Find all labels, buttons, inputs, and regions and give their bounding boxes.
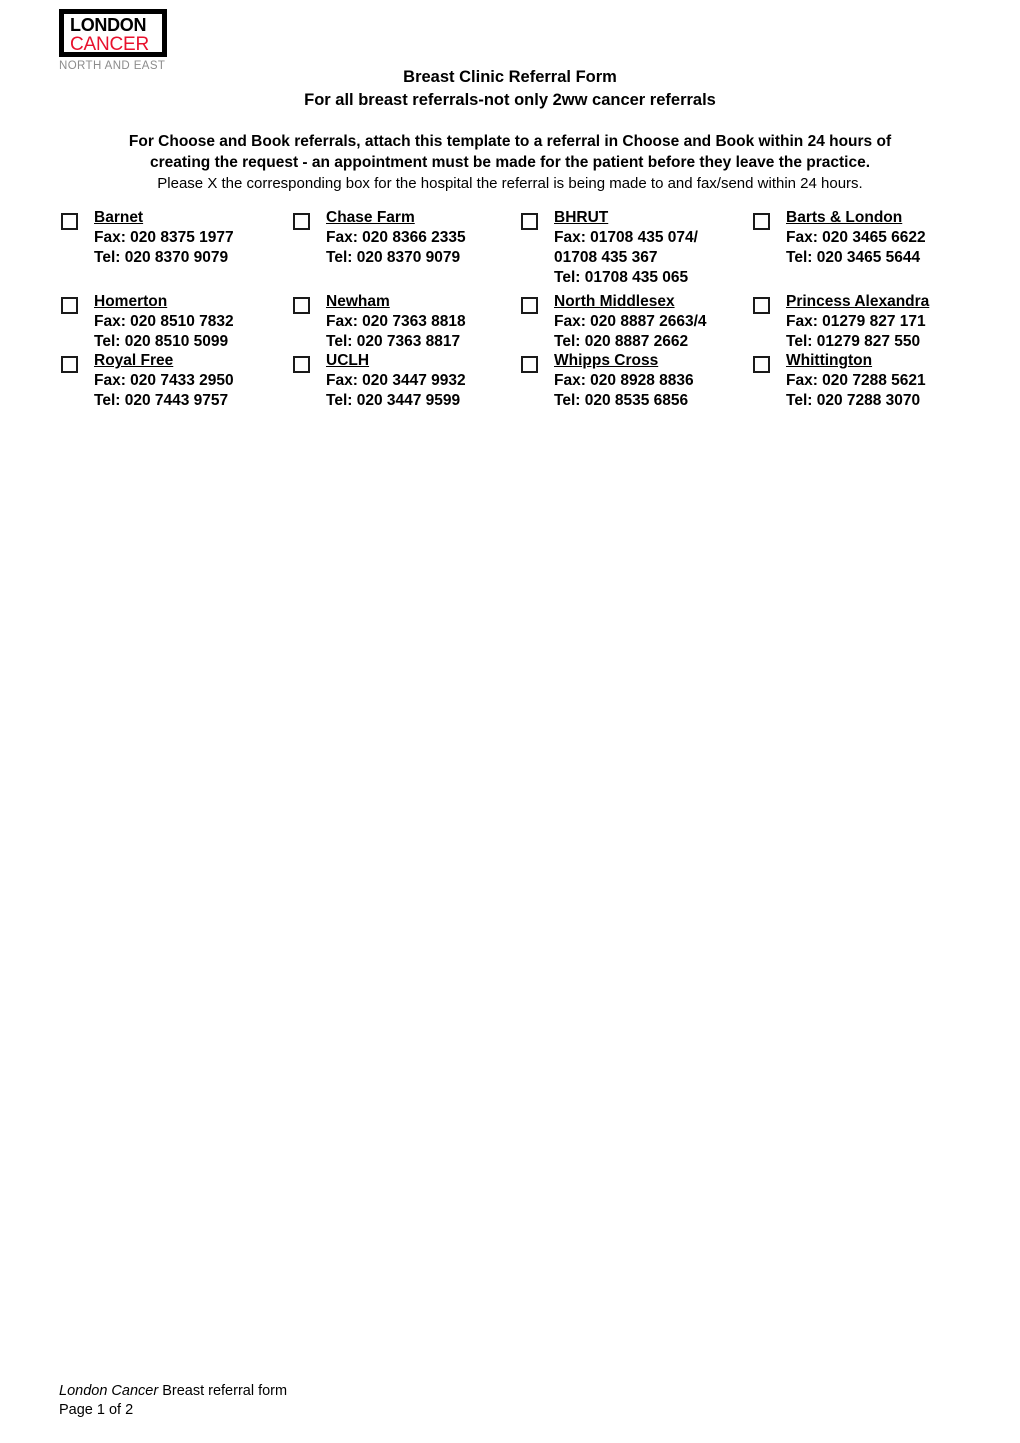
hospital-details: Barnet Fax: 020 8375 1977 Tel: 020 8370 90… [94,208,286,268]
hospital-name: Barts & London [786,209,903,226]
hospital-details: Whittington Fax: 020 7288 5621 Tel: 020 72… [786,351,998,411]
hospital-row: Royal Free Fax: 020 7433 2950 Tel: 020 744… [0,351,1020,411]
hospital-details: Royal Free Fax: 020 7433 2950 Tel: 020 744… [94,351,286,411]
footer-regular-text: Breast referral form [158,1383,288,1399]
hospital-option-whittington[interactable]: Whittington Fax: 020 7288 5621 Tel: 020 72… [753,351,998,411]
hospital-contact-line: Tel: 020 3447 9599 [326,392,461,409]
hospital-details: BHRUT Fax: 01708 435 074/01708 435 367 Tel… [554,208,746,288]
hospital-contact-line: Fax: 020 8375 1977 [94,229,234,246]
hospital-checkbox[interactable] [293,356,310,373]
instruction-bold-line-1: For Choose and Book referrals, attach th… [128,133,892,150]
hospital-details: Whipps Cross Fax: 020 8928 8836 Tel: 020 8… [554,351,746,411]
hospital-contact-line: Fax: 020 7363 8818 [326,313,466,330]
hospital-contact-line: Fax: 020 3447 9932 [326,372,466,389]
hospital-checkbox[interactable] [293,297,310,314]
hospital-name: Royal Free [94,352,174,369]
hospital-name: Barnet [94,209,144,226]
instruction-plain-line: Please X the corresponding box for the h… [157,175,863,192]
page-title: Breast Clinic Referral Form For all brea… [0,66,1020,112]
hospital-contact-line: Fax: 01279 827 171 [786,313,926,330]
hospital-contact-line: 01708 435 367 [554,249,658,266]
footer-page-number: Page 1 of 2 [59,1402,134,1418]
hospital-contact-line: Tel: 020 3465 5644 [786,249,921,266]
hospital-option-chase-farm[interactable]: Chase Farm Fax: 020 8366 2335 Tel: 020 837… [293,208,508,268]
hospital-contact-line: Fax: 020 8366 2335 [326,229,466,246]
hospital-contact-line: Tel: 020 7363 8817 [326,333,461,350]
hospital-name: North Middlesex [554,293,675,310]
hospital-contact-line: Tel: 020 8887 2662 [554,333,689,350]
footer: London Cancer Breast referral form Page … [59,1382,659,1420]
logo-box: LONDON CANCER [59,9,167,57]
hospital-contact-line: Tel: 020 7288 3070 [786,392,921,409]
logo-cancer-text: CANCER [70,34,150,55]
footer-document-label: London Cancer Breast referral form [59,1382,659,1401]
hospital-row: Homerton Fax: 020 8510 7832 Tel: 020 8510 … [0,292,1020,351]
hospital-option-barnet[interactable]: Barnet Fax: 020 8375 1977 Tel: 020 8370 90… [61,208,286,268]
hospital-name: Newham [326,293,390,310]
hospital-checkbox[interactable] [521,297,538,314]
hospital-contact-line: Fax: 020 8510 7832 [94,313,234,330]
logo-london-text: LONDON [70,15,147,35]
footer-italic-text: London Cancer [59,1383,159,1399]
hospital-row: Barnet Fax: 020 8375 1977 Tel: 020 8370 90… [0,208,1020,292]
hospital-details: Princess Alexandra Fax: 01279 827 171 Tel:… [786,292,998,352]
hospital-contact-line: Tel: 020 8370 9079 [326,249,461,266]
instruction-bold-line-2: creating the request - an appointment mu… [149,154,871,171]
hospital-contact-line: Tel: 01279 827 550 [786,333,921,350]
hospital-name: Whittington [786,352,873,369]
hospital-option-bhrut[interactable]: BHRUT Fax: 01708 435 074/01708 435 367 Tel… [521,208,746,288]
hospital-checkbox[interactable] [521,356,538,373]
hospital-checkbox[interactable] [521,213,538,230]
hospital-name: Chase Farm [326,209,415,226]
hospital-checkbox[interactable] [753,297,770,314]
hospital-details: Barts & London Fax: 020 3465 6622 Tel: 020… [786,208,998,268]
logo: LONDON CANCER NORTH AND EAST [59,9,189,72]
hospital-name: Whipps Cross [554,352,659,369]
hospital-option-newham[interactable]: Newham Fax: 020 7363 8818 Tel: 020 7363 88… [293,292,508,352]
hospital-checkbox[interactable] [753,356,770,373]
hospital-checkbox[interactable] [61,356,78,373]
hospital-name: Princess Alexandra [786,293,930,310]
hospital-contact-line: Fax: 020 7433 2950 [94,372,234,389]
hospital-contact-line: Tel: 01708 435 065 [554,269,689,286]
hospital-name: BHRUT [554,209,609,226]
hospital-checkbox[interactable] [753,213,770,230]
hospital-contact-line: Fax: 020 8887 2663/4 [554,313,707,330]
hospital-option-princess-alexandra[interactable]: Princess Alexandra Fax: 01279 827 171 Tel:… [753,292,998,352]
hospital-option-north-middlesex[interactable]: North Middlesex Fax: 020 8887 2663/4 Tel: … [521,292,746,352]
hospital-checkbox[interactable] [61,297,78,314]
hospital-checkbox[interactable] [293,213,310,230]
instructions-block: For Choose and Book referrals, attach th… [62,131,958,194]
hospital-details: Chase Farm Fax: 020 8366 2335 Tel: 020 837… [326,208,508,268]
hospital-contact-line: Tel: 020 8370 9079 [94,249,229,266]
hospital-contact-line: Tel: 020 8510 5099 [94,333,229,350]
title-line-2: For all breast referrals-not only 2ww ca… [304,91,716,109]
hospital-details: Homerton Fax: 020 8510 7832 Tel: 020 8510 … [94,292,286,352]
hospital-option-royal-free[interactable]: Royal Free Fax: 020 7433 2950 Tel: 020 744… [61,351,286,411]
hospital-option-whipps-cross[interactable]: Whipps Cross Fax: 020 8928 8836 Tel: 020 8… [521,351,746,411]
hospital-details: UCLH Fax: 020 3447 9932 Tel: 020 3447 9599 [326,351,508,411]
hospital-details: Newham Fax: 020 7363 8818 Tel: 020 7363 88… [326,292,508,352]
hospital-contact-line: Tel: 020 8535 6856 [554,392,689,409]
hospital-contact-line: Fax: 020 7288 5621 [786,372,926,389]
hospital-option-uclh[interactable]: UCLH Fax: 020 3447 9932 Tel: 020 3447 9599 [293,351,508,411]
hospital-contact-line: Fax: 020 3465 6622 [786,229,926,246]
hospital-name: UCLH [326,352,370,369]
hospital-contact-line: Fax: 020 8928 8836 [554,372,694,389]
hospital-contact-line: Tel: 020 7443 9757 [94,392,229,409]
hospital-contact-line: Fax: 01708 435 074/ [554,229,698,246]
hospital-details: North Middlesex Fax: 020 8887 2663/4 Tel: … [554,292,746,352]
title-line-1: Breast Clinic Referral Form [403,68,617,86]
hospital-option-homerton[interactable]: Homerton Fax: 020 8510 7832 Tel: 020 8510 … [61,292,286,352]
hospital-name: Homerton [94,293,168,310]
hospital-option-barts-london[interactable]: Barts & London Fax: 020 3465 6622 Tel: 020… [753,208,998,268]
hospital-checkbox[interactable] [61,213,78,230]
